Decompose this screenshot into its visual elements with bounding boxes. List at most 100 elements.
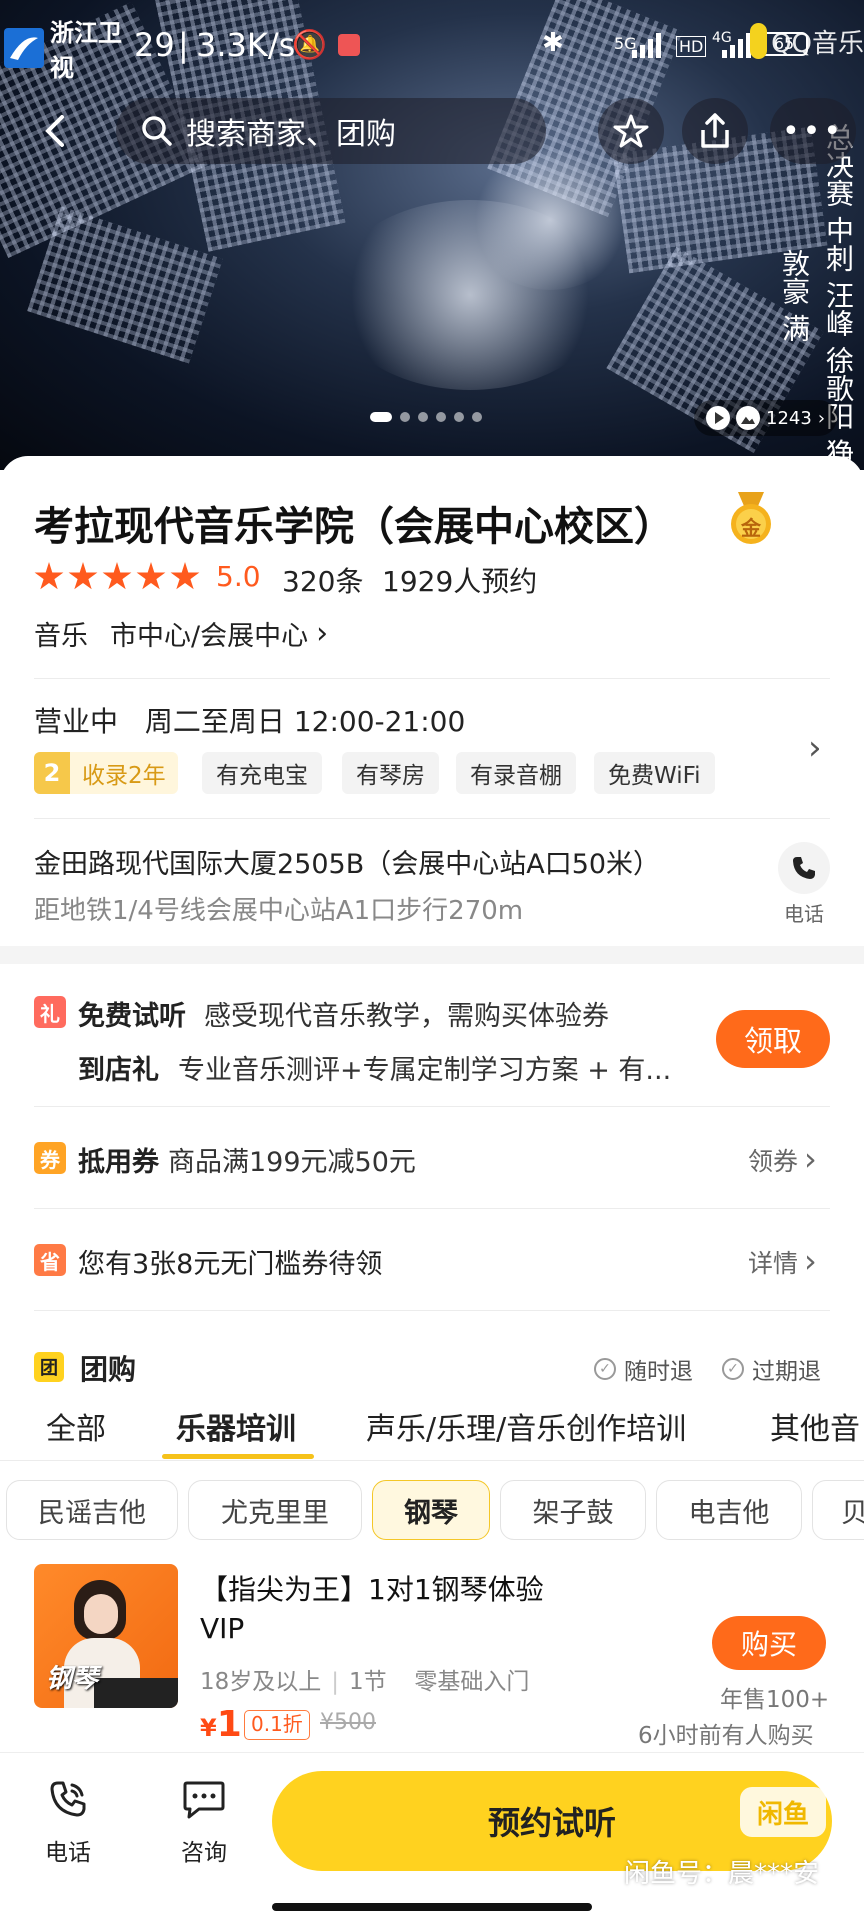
shop-area: 市中心/会展中心 <box>110 621 309 652</box>
thumb-label: 钢琴 <box>46 1664 99 1694</box>
chevron-left-icon <box>45 115 64 147</box>
status-bar: 浙江卫视 29 | 3.3K/s 🔕 ✱ 5G HD 4G 65 QQ音乐 <box>0 19 864 82</box>
chevron-right-icon[interactable]: › <box>808 728 822 768</box>
search-input[interactable]: 搜索商家、团购 <box>116 98 546 164</box>
status-time: 29 <box>134 26 175 64</box>
shop-name: 考拉现代音乐学院（会展中心校区） <box>34 504 674 550</box>
chevron-right-icon: › <box>804 1140 817 1178</box>
bottom-phone-label: 电话 <box>45 1840 91 1866</box>
piano-keys <box>94 1678 178 1708</box>
star-icon <box>136 562 166 590</box>
consult-button[interactable]: 咨询 <box>164 1777 244 1877</box>
original-price: ¥500 <box>320 1710 376 1735</box>
more-dots-icon: ••• <box>781 113 845 149</box>
get-coupon-link[interactable]: 领券 › <box>748 1140 817 1178</box>
years-label: 收录2年 <box>82 763 166 789</box>
shop-address[interactable]: 金田路现代国际大厦2505B（会展中心站A口50米） <box>34 842 660 881</box>
trial-desc: 感受现代音乐教学，需购买体验券 <box>204 1001 609 1032</box>
check-circle-icon: ✓ <box>722 1358 744 1380</box>
tv-logo-icon <box>4 28 44 68</box>
facility-tag: 有录音棚 <box>456 752 576 794</box>
product-thumbnail[interactable]: 钢琴 <box>34 1564 178 1708</box>
bottom-phone-button[interactable]: 电话 <box>28 1777 108 1877</box>
gift-icon: 礼 <box>34 996 66 1028</box>
consult-label: 咨询 <box>181 1840 227 1866</box>
chevron-right-icon: › <box>316 616 329 651</box>
product-age: 18岁及以上 <box>200 1669 322 1695</box>
video-photo-badge[interactable]: 1243 › <box>694 400 838 436</box>
phone-icon <box>793 857 815 879</box>
chip-ukulele[interactable]: 尤克里里 <box>188 1480 362 1540</box>
chip-folk-guitar[interactable]: 民谣吉他 <box>6 1480 178 1540</box>
listed-years-badge: 2 收录2年 <box>34 752 178 794</box>
more-button[interactable]: ••• <box>770 98 856 164</box>
tab-indicator <box>162 1454 314 1459</box>
chip-electric-guitar[interactable]: 电吉他 <box>656 1480 802 1540</box>
anytime-refund-label: 随时退 <box>624 1359 693 1385</box>
chip-bass[interactable]: 贝 <box>812 1480 864 1540</box>
claim-button[interactable]: 领取 <box>716 1010 830 1068</box>
xianyu-watermark: 闲鱼号：晨***安 <box>624 1859 820 1889</box>
years-number: 2 <box>34 752 70 794</box>
facility-tag: 有琴房 <box>342 752 439 794</box>
hero-gallery[interactable]: 浙江卫视 29 | 3.3K/s 🔕 ✱ 5G HD 4G 65 QQ音乐 总决… <box>0 0 864 470</box>
tab-other[interactable]: 其他音 <box>770 1404 860 1448</box>
xianyu-badge: 闲鱼 <box>740 1787 826 1837</box>
store-gift-desc: 专业音乐测评+专属定制学习方案 + 有... <box>178 1055 672 1086</box>
product-meta: 18岁及以上 | 1节 | 零基础入门 <box>200 1669 530 1695</box>
coupon-title: 抵用券 <box>78 1147 159 1178</box>
star-icon <box>170 562 200 590</box>
back-button[interactable] <box>22 98 88 164</box>
group-buy-title: 团购 <box>80 1353 137 1386</box>
gold-medal-icon: 金 <box>728 490 774 546</box>
chevron-right-icon: › <box>817 407 826 429</box>
category-area-row[interactable]: 音乐 市中心/会展中心 › <box>34 614 328 653</box>
review-count[interactable]: 320条 <box>282 560 363 600</box>
expired-refund: ✓ 过期退 <box>722 1352 821 1386</box>
shop-category: 音乐 <box>34 621 88 652</box>
recent-purchase: 6小时前有人购买 <box>638 1723 814 1749</box>
hours-text: 周二至周日 12:00-21:00 <box>144 705 466 738</box>
rating-score: 5.0 <box>216 560 261 593</box>
group-buy-icon: 团 <box>34 1352 64 1382</box>
product-title-line2[interactable]: VIP <box>200 1612 244 1645</box>
tab-all[interactable]: 全部 <box>46 1404 106 1448</box>
search-placeholder: 搜索商家、团购 <box>186 117 396 152</box>
gallery-pager <box>370 412 482 422</box>
check-circle-icon: ✓ <box>594 1358 616 1380</box>
buy-button[interactable]: 购买 <box>712 1616 826 1670</box>
favorite-button[interactable] <box>598 98 664 164</box>
call-button[interactable] <box>778 842 830 894</box>
share-button[interactable] <box>682 98 748 164</box>
star-outline-icon <box>613 114 649 148</box>
search-icon <box>142 116 172 146</box>
save-detail-link[interactable]: 详情 › <box>748 1242 817 1280</box>
tab-vocal[interactable]: 声乐/乐理/音乐创作培训 <box>366 1404 686 1448</box>
price-value: 1 <box>216 1704 242 1745</box>
trial-title: 免费试听 <box>78 1001 186 1032</box>
product-title-line1[interactable]: 【指尖为王】1对1钢琴体验 <box>200 1568 544 1608</box>
bell-mute-icon: 🔕 <box>292 28 327 61</box>
hours-row[interactable]: 营业中 周二至周日 12:00-21:00 <box>34 700 465 740</box>
rating-stars <box>34 562 200 592</box>
metro-distance: 距地铁1/4号线会展中心站A1口步行270m <box>34 896 524 926</box>
book-trial-label: 预约试听 <box>487 1804 616 1842</box>
status-speed: 3.3K/s <box>196 26 296 64</box>
product-lessons: 1节 <box>349 1669 387 1695</box>
chip-piano[interactable]: 钢琴 <box>372 1480 490 1540</box>
coupon-icon: 券 <box>34 1142 66 1174</box>
hd-icon: HD <box>676 36 707 57</box>
save-icon: 省 <box>34 1244 66 1276</box>
person-face <box>84 1594 118 1634</box>
annual-sales: 年售100+ <box>720 1687 830 1713</box>
coupon-desc: 商品满199元减50元 <box>168 1147 416 1178</box>
chevron-right-icon: › <box>804 1242 817 1280</box>
get-coupon-label: 领券 <box>748 1147 799 1176</box>
save-desc: 您有3张8元无门槛券待领 <box>78 1249 383 1280</box>
chip-drums[interactable]: 架子鼓 <box>500 1480 646 1540</box>
view-count: 1243 <box>766 407 812 429</box>
star-icon <box>34 562 64 590</box>
discount-badge: 0.1折 <box>244 1710 310 1740</box>
save-detail-label: 详情 <box>748 1249 799 1278</box>
tab-instrument[interactable]: 乐器培训 <box>176 1404 296 1448</box>
